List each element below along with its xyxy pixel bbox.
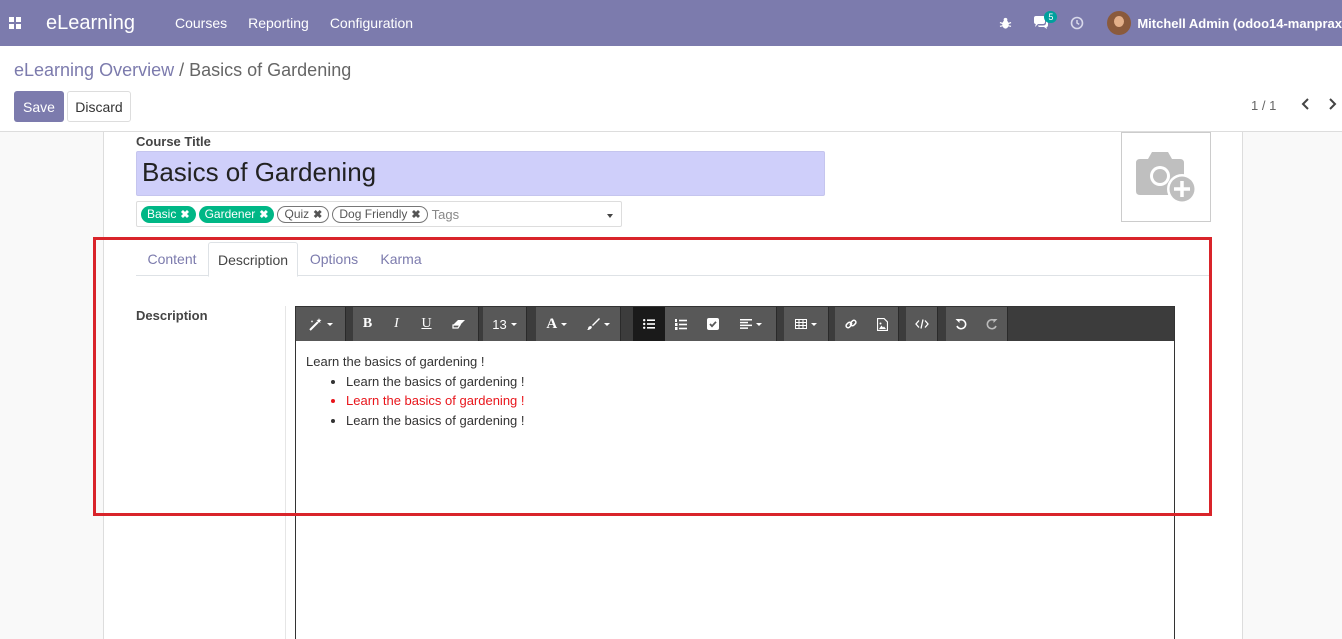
course-image-upload[interactable] — [1121, 132, 1211, 222]
save-button[interactable]: Save — [14, 91, 64, 122]
remove-tag-icon[interactable]: ✖ — [313, 208, 322, 221]
tag-dog-friendly: Dog Friendly ✖ — [332, 205, 428, 223]
tags-input-placeholder[interactable]: Tags — [432, 207, 459, 222]
messaging-icon[interactable]: 5 — [1023, 0, 1059, 46]
editor-toolbar: B I U 13 A — [296, 307, 1174, 341]
activity-clock-icon[interactable] — [1059, 0, 1095, 46]
history-group — [946, 307, 1008, 341]
camera-add-icon — [1136, 152, 1197, 204]
user-avatar[interactable] — [1107, 11, 1132, 35]
image-media-icon[interactable] — [867, 307, 899, 341]
editor-content[interactable]: Learn the basics of gardening ! Learn th… — [306, 352, 525, 430]
table-group — [784, 307, 829, 341]
color-group: A — [536, 307, 621, 341]
italic-button[interactable]: I — [382, 307, 411, 341]
description-label: Description — [136, 308, 208, 323]
tab-karma[interactable]: Karma — [370, 242, 432, 276]
breadcrumb: eLearning Overview / Basics of Gardening — [14, 60, 351, 81]
pager-next-icon[interactable] — [1322, 94, 1342, 114]
list-paragraph-group — [633, 307, 777, 341]
redo-icon[interactable] — [977, 307, 1008, 341]
tab-content[interactable]: Content — [136, 242, 208, 276]
link-icon[interactable] — [835, 307, 867, 341]
tag-gardener: Gardener ✖ — [198, 205, 275, 223]
form-sheet: Course Title Basics of Gardening Basic ✖ … — [103, 132, 1243, 639]
debug-bug-icon[interactable] — [987, 0, 1023, 46]
code-group — [906, 307, 938, 341]
undo-icon[interactable] — [946, 307, 977, 341]
paragraph-align-icon[interactable] — [729, 307, 773, 341]
paragraph-style-magic-icon[interactable] — [296, 307, 345, 341]
tag-label: Basic — [147, 207, 177, 221]
font-size-dropdown[interactable]: 13 — [483, 307, 526, 341]
remove-tag-icon[interactable]: ✖ — [259, 208, 268, 221]
app-brand[interactable]: eLearning — [46, 12, 135, 35]
top-navbar: eLearning Courses Reporting Configuratio… — [0, 0, 1342, 46]
tab-options[interactable]: Options — [298, 242, 370, 276]
remove-tag-icon[interactable]: ✖ — [411, 208, 420, 221]
font-style-group: B I U — [353, 307, 479, 341]
control-panel: eLearning Overview / Basics of Gardening… — [0, 46, 1342, 132]
checklist-icon[interactable] — [697, 307, 729, 341]
font-color-button[interactable]: A — [536, 307, 578, 341]
insert-group — [835, 307, 899, 341]
underline-button[interactable]: U — [411, 307, 442, 341]
menu-courses[interactable]: Courses — [175, 15, 227, 31]
list-item: Learn the basics of gardening ! — [346, 411, 525, 431]
breadcrumb-separator: / — [179, 60, 185, 80]
pager-previous-icon[interactable] — [1295, 94, 1315, 114]
menu-configuration[interactable]: Configuration — [330, 15, 413, 31]
list-item: Learn the basics of gardening ! — [346, 372, 525, 392]
tag-label: Dog Friendly — [339, 207, 408, 221]
systray: 5 Mitchell Admin (odoo14-manprax — [987, 0, 1342, 46]
apps-menu-icon[interactable] — [0, 0, 30, 46]
course-title-input[interactable]: Basics of Gardening — [136, 151, 825, 196]
tag-basic: Basic ✖ — [141, 205, 196, 223]
font-size-value: 13 — [492, 316, 507, 332]
discard-button[interactable]: Discard — [67, 91, 131, 122]
form-notebook-tabs: Content Description Options Karma — [136, 242, 1212, 277]
highlight-brush-icon[interactable] — [578, 307, 621, 341]
breadcrumb-current: Basics of Gardening — [189, 60, 352, 80]
bold-button[interactable]: B — [353, 307, 382, 341]
description-html-editor[interactable]: B I U 13 A Learn the basics of gardening… — [295, 306, 1175, 639]
numbered-list-icon[interactable] — [665, 307, 697, 341]
tab-description[interactable]: Description — [208, 242, 298, 277]
field-divider — [285, 306, 286, 639]
font-color-glyph: A — [546, 315, 558, 332]
pager-value[interactable]: 1 / 1 — [1251, 98, 1276, 113]
message-count-badge: 5 — [1044, 11, 1058, 23]
remove-tag-icon[interactable]: ✖ — [180, 208, 189, 221]
user-menu-name[interactable]: Mitchell Admin (odoo14-manprax — [1137, 16, 1342, 31]
tag-label: Quiz — [284, 207, 310, 221]
tag-quiz: Quiz ✖ — [277, 205, 330, 223]
style-group — [296, 307, 346, 341]
editor-paragraph: Learn the basics of gardening ! — [306, 354, 485, 369]
editor-bullet-list: Learn the basics of gardening ! Learn th… — [346, 372, 525, 431]
table-icon[interactable] — [784, 307, 828, 341]
eraser-icon[interactable] — [442, 307, 476, 341]
course-title-label: Course Title — [136, 134, 211, 149]
font-size-group: 13 — [483, 307, 527, 341]
tag-label: Gardener — [204, 207, 256, 221]
menu-reporting[interactable]: Reporting — [248, 15, 309, 31]
code-view-icon[interactable] — [906, 307, 937, 341]
breadcrumb-parent-link[interactable]: eLearning Overview — [14, 60, 174, 80]
list-item-red: Learn the basics of gardening ! — [346, 391, 525, 411]
tags-dropdown-caret-icon[interactable] — [607, 214, 613, 218]
bullet-list-icon[interactable] — [633, 307, 665, 341]
tags-field[interactable]: Basic ✖ Gardener ✖ Quiz ✖ Dog Friendly ✖ Tag… — [136, 201, 622, 227]
